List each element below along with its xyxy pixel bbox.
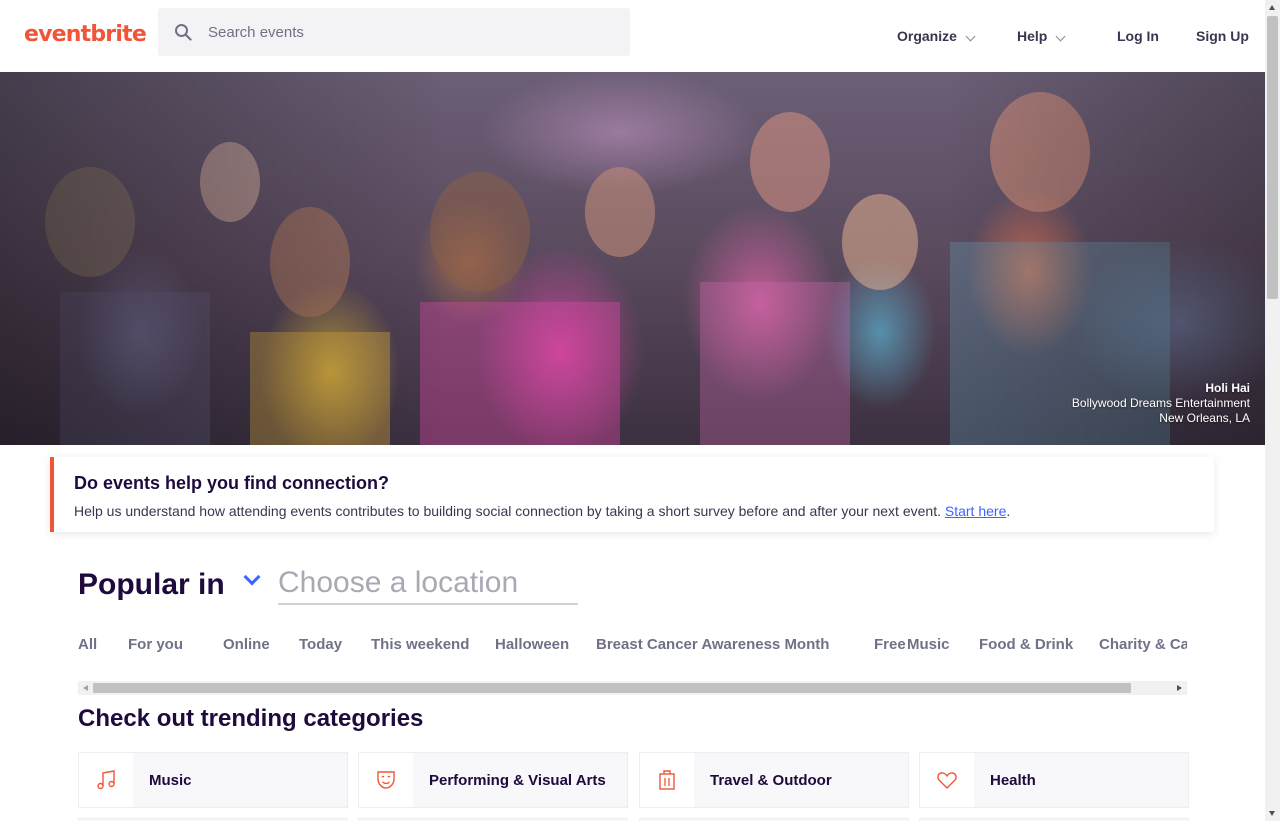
tab-free[interactable]: Free bbox=[874, 636, 906, 653]
survey-text: Help us understand how attending events … bbox=[74, 503, 1010, 519]
hero-caption: Holi Hai Bollywood Dreams Entertainment … bbox=[1072, 381, 1250, 426]
search-bar[interactable] bbox=[158, 8, 630, 56]
search-icon bbox=[175, 24, 192, 41]
organize-label: Organize bbox=[897, 28, 957, 44]
survey-banner: Do events help you find connection? Help… bbox=[50, 457, 1214, 532]
scrollbar-thumb[interactable] bbox=[93, 683, 1131, 693]
tab-online[interactable]: Online bbox=[223, 636, 270, 653]
tab-breast-cancer-awareness-month[interactable]: Breast Cancer Awareness Month bbox=[596, 636, 829, 653]
category-label: Music bbox=[149, 772, 192, 789]
hero-location: New Orleans, LA bbox=[1159, 411, 1250, 425]
survey-title: Do events help you find connection? bbox=[74, 473, 390, 493]
help-label: Help bbox=[1017, 28, 1048, 44]
category-card-performing-visual-arts[interactable]: Performing & Visual Arts bbox=[358, 752, 628, 808]
tab-charity-causes[interactable]: Charity & Causes bbox=[1099, 636, 1187, 653]
popular-in-heading: Popular in bbox=[78, 568, 225, 601]
survey-description: Help us understand how attending events … bbox=[74, 503, 941, 519]
chevron-down-icon bbox=[1055, 31, 1066, 42]
vertical-scrollbar[interactable] bbox=[1265, 0, 1280, 821]
eventbrite-logo[interactable]: eventbrite bbox=[24, 22, 147, 47]
music-note-icon bbox=[79, 753, 133, 807]
top-header: eventbrite Organize Help Log In Sign Up bbox=[0, 0, 1265, 72]
luggage-icon bbox=[640, 753, 694, 807]
theater-mask-icon bbox=[359, 753, 413, 807]
tab-today[interactable]: Today bbox=[299, 636, 342, 653]
scrollbar-thumb[interactable] bbox=[1267, 16, 1278, 299]
scroll-right-arrow-icon[interactable] bbox=[1177, 685, 1182, 691]
start-here-link[interactable]: Start here bbox=[945, 503, 1006, 519]
location-input[interactable] bbox=[278, 562, 578, 605]
hero-event-title[interactable]: Holi Hai bbox=[1072, 381, 1250, 396]
chevron-down-icon[interactable] bbox=[243, 568, 261, 586]
help-menu[interactable]: Help bbox=[1017, 28, 1066, 44]
tab-for-you[interactable]: For you bbox=[128, 636, 183, 653]
category-card-travel-outdoor[interactable]: Travel & Outdoor bbox=[639, 752, 909, 808]
tab-all[interactable]: All bbox=[78, 636, 97, 653]
tab-music[interactable]: Music bbox=[907, 636, 950, 653]
hero-banner[interactable]: Holi Hai Bollywood Dreams Entertainment … bbox=[0, 72, 1265, 445]
scroll-down-arrow-icon[interactable] bbox=[1269, 811, 1275, 816]
search-input[interactable] bbox=[208, 8, 618, 56]
category-label: Travel & Outdoor bbox=[710, 772, 832, 789]
category-label: Performing & Visual Arts bbox=[429, 772, 606, 789]
survey-link-suffix: . bbox=[1006, 503, 1011, 519]
hero-organizer: Bollywood Dreams Entertainment bbox=[1071, 396, 1250, 410]
trending-categories-heading: Check out trending categories bbox=[78, 705, 424, 732]
organize-menu[interactable]: Organize bbox=[897, 28, 976, 44]
chevron-down-icon bbox=[965, 31, 976, 42]
category-label: Health bbox=[990, 772, 1036, 789]
scroll-up-arrow-icon[interactable] bbox=[1269, 5, 1275, 10]
category-card-music[interactable]: Music bbox=[78, 752, 348, 808]
category-card-health[interactable]: Health bbox=[919, 752, 1189, 808]
login-link[interactable]: Log In bbox=[1117, 28, 1159, 44]
signup-link[interactable]: Sign Up bbox=[1196, 28, 1249, 44]
heart-icon bbox=[920, 753, 974, 807]
tab-food-drink[interactable]: Food & Drink bbox=[979, 636, 1073, 653]
tab-this-weekend[interactable]: This weekend bbox=[371, 636, 469, 653]
scroll-left-arrow-icon[interactable] bbox=[83, 685, 88, 691]
category-tabs: All For you Online Today This weekend Ha… bbox=[78, 636, 1187, 660]
tab-halloween[interactable]: Halloween bbox=[495, 636, 569, 653]
tabs-horizontal-scrollbar[interactable] bbox=[78, 681, 1187, 695]
